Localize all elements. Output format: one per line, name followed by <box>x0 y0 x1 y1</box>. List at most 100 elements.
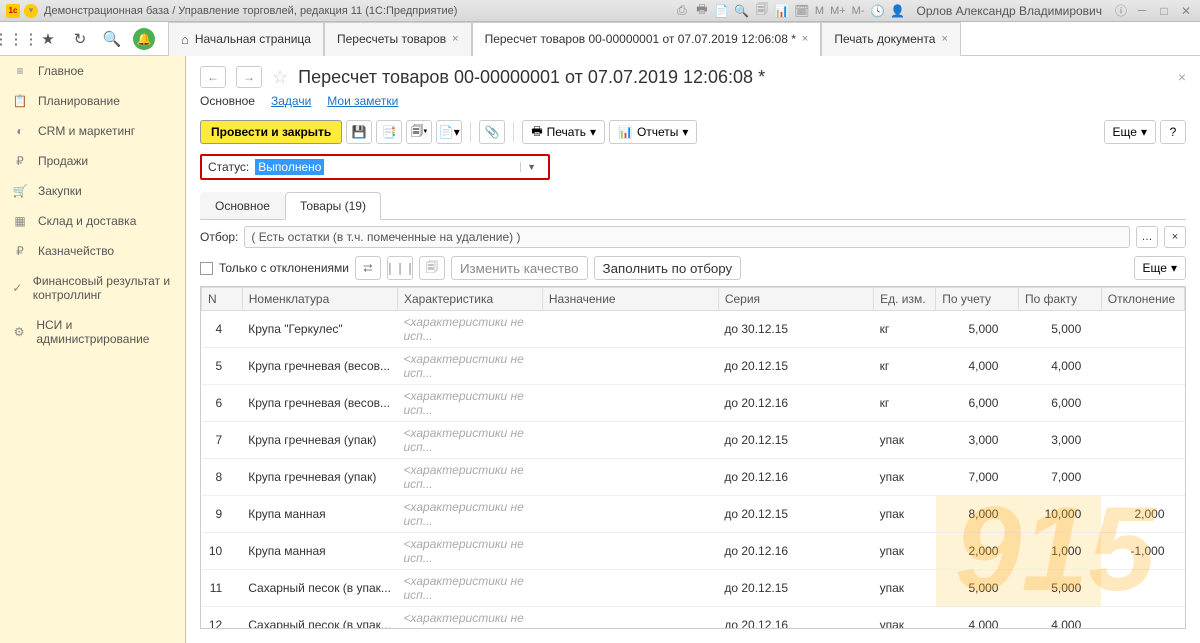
column-header[interactable]: Характеристика <box>397 288 542 311</box>
subtab-tasks[interactable]: Задачи <box>271 94 311 108</box>
clock-icon[interactable]: 🕓 <box>870 4 884 18</box>
table-row[interactable]: 9Крупа манная<характеристики не исп...до… <box>202 496 1185 533</box>
close-document-button[interactable]: × <box>1178 69 1186 85</box>
sidebar-item[interactable]: ✓Финансовый результат и контроллинг <box>0 266 185 310</box>
window-tab[interactable]: ⌂Начальная страница <box>168 22 324 56</box>
sidebar-icon: ≡ <box>12 64 28 78</box>
table-row[interactable]: 12Сахарный песок (в упак...<характеристи… <box>202 607 1185 630</box>
inner-tab-main[interactable]: Основное <box>200 192 285 220</box>
toolbar-icon[interactable]: 🔍 <box>735 4 749 18</box>
tab-close-icon[interactable]: × <box>452 33 458 45</box>
toolbar-icon[interactable]: ⎙ <box>675 4 689 18</box>
tab-close-icon[interactable]: × <box>941 33 947 45</box>
favorite-star-icon[interactable]: ☆ <box>272 67 288 88</box>
table-row[interactable]: 6Крупа гречневая (весов...<характеристик… <box>202 385 1185 422</box>
nav-back-button[interactable]: ← <box>200 66 226 88</box>
status-field-highlight: Статус: Выполнено ▼ <box>200 154 550 180</box>
search-icon[interactable]: 🔍 <box>96 22 128 56</box>
history-icon[interactable]: ↻ <box>64 22 96 56</box>
user-icon[interactable]: 👤 <box>890 4 904 18</box>
post-button[interactable]: 📑 <box>376 120 402 144</box>
table-row[interactable]: 5Крупа гречневая (весов...<характеристик… <box>202 348 1185 385</box>
sidebar-item[interactable]: 📋Планирование <box>0 86 185 116</box>
post-and-close-button[interactable]: Провести и закрыть <box>200 120 342 144</box>
m-plus-button[interactable]: M+ <box>830 5 846 17</box>
create-based-button[interactable]: 📄▾ <box>436 120 462 144</box>
star-icon[interactable]: ★ <box>32 22 64 56</box>
only-deviations-label: Только с отклонениями <box>219 261 349 275</box>
current-user: Орлов Александр Владимирович <box>916 4 1102 18</box>
window-tab[interactable]: Пересчет товаров 00-00000001 от 07.07.20… <box>472 22 822 56</box>
fill-by-filter-button[interactable]: Заполнить по отбору <box>594 256 742 280</box>
nav-forward-button[interactable]: → <box>236 66 262 88</box>
sidebar-item[interactable]: ⚙НСИ и администрирование <box>0 310 185 354</box>
window-maximize[interactable]: □ <box>1156 4 1172 18</box>
window-minimize[interactable]: － <box>1134 4 1150 18</box>
main-toolbar: ⋮⋮⋮ ★ ↻ 🔍 🔔 ⌂Начальная страницаПересчеты… <box>0 22 1200 56</box>
sidebar-icon: ◐ <box>12 124 28 138</box>
column-header[interactable]: Назначение <box>542 288 718 311</box>
left-sidebar: ≡Главное📋Планирование◐CRM и маркетинг₽Пр… <box>0 56 186 643</box>
table-row[interactable]: 8Крупа гречневая (упак)<характеристики н… <box>202 459 1185 496</box>
barcode-icon-button[interactable]: ❘❘❘ <box>387 256 413 280</box>
sidebar-item[interactable]: ≡Главное <box>0 56 185 86</box>
window-tab[interactable]: Печать документа× <box>821 22 961 56</box>
subtab-main[interactable]: Основное <box>200 94 255 108</box>
column-header[interactable]: По учету <box>936 288 1019 311</box>
filter-clear-button[interactable]: × <box>1164 226 1186 248</box>
column-header[interactable]: Ед. изм. <box>874 288 936 311</box>
reports-button[interactable]: 📊 Отчеты ▾ <box>609 120 697 144</box>
app-menu-dropdown[interactable]: ▾ <box>24 4 38 18</box>
filter-ellipsis-button[interactable]: … <box>1136 226 1158 248</box>
column-header[interactable]: Номенклатура <box>242 288 397 311</box>
column-header[interactable]: N <box>202 288 243 311</box>
sidebar-item[interactable]: ₽Продажи <box>0 146 185 176</box>
print-button[interactable]: 🖶 Печать ▾ <box>522 120 605 144</box>
save-button[interactable]: 💾 <box>346 120 372 144</box>
toolbar-icon[interactable]: 📄 <box>715 4 729 18</box>
table-row[interactable]: 10Крупа манная<характеристики не исп...д… <box>202 533 1185 570</box>
sidebar-icon: ₽ <box>12 244 28 258</box>
table-more-button[interactable]: Еще ▾ <box>1134 256 1186 280</box>
share-icon-button[interactable]: ⮂ <box>355 256 381 280</box>
table-row[interactable]: 7Крупа гречневая (упак)<характеристики н… <box>202 422 1185 459</box>
column-header[interactable]: Отклонение <box>1101 288 1184 311</box>
sidebar-icon: ✓ <box>12 281 23 295</box>
sidebar-item[interactable]: ◐CRM и маркетинг <box>0 116 185 146</box>
subtab-notes[interactable]: Мои заметки <box>327 94 398 108</box>
more-button[interactable]: Еще ▾ <box>1104 120 1156 144</box>
attach-button[interactable]: 📎 <box>479 120 505 144</box>
inner-tab-goods[interactable]: Товары (19) <box>285 192 381 220</box>
m-minus-button[interactable]: M- <box>852 5 865 17</box>
toolbar-icon[interactable]: 🖶 <box>695 4 709 18</box>
tab-close-icon[interactable]: × <box>802 33 808 45</box>
toolbar-icon[interactable]: 📊 <box>775 4 789 18</box>
goods-table[interactable]: NНоменклатураХарактеристикаНазначениеСер… <box>201 287 1185 629</box>
table-row[interactable]: 11Сахарный песок (в упак...<характеристи… <box>202 570 1185 607</box>
sidebar-item[interactable]: ₽Казначейство <box>0 236 185 266</box>
help-button[interactable]: ? <box>1160 120 1186 144</box>
status-dropdown[interactable]: Выполнено ▼ <box>255 159 542 175</box>
m-button[interactable]: M <box>815 5 824 17</box>
filter-value[interactable]: ( Есть остатки (в т.ч. помеченные на уда… <box>244 226 1130 248</box>
home-icon: ⌂ <box>181 32 189 47</box>
window-close[interactable]: ✕ <box>1178 4 1194 18</box>
sidebar-icon: ₽ <box>12 154 28 168</box>
info-icon[interactable]: ⓘ <box>1114 4 1128 18</box>
toolbar-icon[interactable]: 🗓 <box>795 4 809 18</box>
toolbar-icon[interactable]: 🗐 <box>755 4 769 18</box>
table-row[interactable]: 4Крупа "Геркулес"<характеристики не исп.… <box>202 311 1185 348</box>
chevron-down-icon[interactable]: ▼ <box>520 162 542 172</box>
apps-icon[interactable]: ⋮⋮⋮ <box>0 22 32 56</box>
sidebar-item[interactable]: 🛒Закупки <box>0 176 185 206</box>
only-deviations-checkbox[interactable] <box>200 262 213 275</box>
column-header[interactable]: Серия <box>718 288 873 311</box>
copy-rows-button[interactable]: 🗐 <box>419 256 445 280</box>
sidebar-icon: ⚙ <box>12 325 26 339</box>
window-tab[interactable]: Пересчеты товаров× <box>324 22 472 56</box>
copy-dropdown-button[interactable]: 🗐▾ <box>406 120 432 144</box>
notifications[interactable]: 🔔 <box>128 22 160 56</box>
sidebar-item[interactable]: ▦Склад и доставка <box>0 206 185 236</box>
column-header[interactable]: По факту <box>1018 288 1101 311</box>
change-quality-button[interactable]: Изменить качество <box>451 256 588 280</box>
